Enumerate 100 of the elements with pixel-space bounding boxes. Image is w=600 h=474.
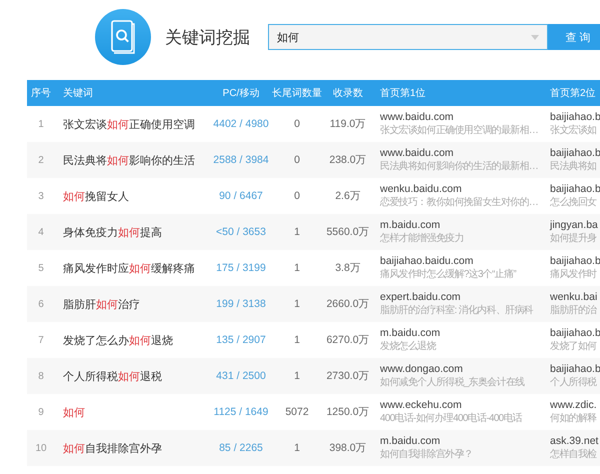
column-header: 长尾词数量 bbox=[272, 80, 322, 106]
result-domain: www.baidu.com bbox=[380, 111, 455, 124]
keyword-cell: 身体免疫力如何提高 bbox=[55, 214, 210, 250]
pc-mobile-cell: 85 / 2265 bbox=[210, 430, 272, 466]
result-domain: baijiahao.b bbox=[550, 183, 600, 196]
result-snippet: 痛风发作时怎么缓解?这3个“止痛” bbox=[380, 268, 518, 281]
keyword-cell: 如何自我排除宫外孕 bbox=[55, 430, 210, 466]
result-domain: expert.baidu.com bbox=[380, 291, 462, 304]
index-cell: 4 bbox=[27, 214, 55, 250]
column-header: 关键词 bbox=[55, 80, 210, 106]
index-cell: 8 bbox=[27, 358, 55, 394]
search-field[interactable]: 如何 bbox=[268, 24, 548, 50]
result-domain: www.zdic. bbox=[550, 399, 598, 412]
pc-mobile-cell: 2588 / 3984 bbox=[210, 142, 272, 178]
column-header: 收录数 bbox=[322, 80, 374, 106]
result-domain: ask.39.net bbox=[550, 435, 600, 448]
index-cell: 1 bbox=[27, 106, 55, 142]
result-domain: baijiahao.b bbox=[550, 147, 600, 160]
indexed-count-cell: 5560.0万 bbox=[322, 214, 374, 250]
index-cell: 7 bbox=[27, 322, 55, 358]
result-domain: baijiahao.b bbox=[550, 327, 600, 340]
result-snippet: 400电话-如何办理400电话-400电话 bbox=[380, 412, 524, 425]
pc-mobile-cell: 431 / 2500 bbox=[210, 358, 272, 394]
pc-mobile-cell: 90 / 6467 bbox=[210, 178, 272, 214]
pc-mobile-cell: 175 / 3199 bbox=[210, 250, 272, 286]
keyword-cell: 发烧了怎么办如何退烧 bbox=[55, 322, 210, 358]
result-snippet: 发烧了如何 bbox=[550, 340, 598, 353]
keyword-cell: 民法典将如何影响你的生活 bbox=[55, 142, 210, 178]
keyword-cell: 如何挽留女人 bbox=[55, 178, 210, 214]
keyword-cell: 张文宏谈如何正确使用空调 bbox=[55, 106, 210, 142]
result-domain: www.baidu.com bbox=[380, 147, 455, 160]
index-cell: 5 bbox=[27, 250, 55, 286]
result-domain: wenku.bai bbox=[550, 291, 598, 304]
long-tail-count-cell: 1 bbox=[272, 250, 322, 286]
indexed-count-cell: 119.0万 bbox=[322, 106, 374, 142]
pc-mobile-cell: 135 / 2907 bbox=[210, 322, 272, 358]
result-snippet: 民法典将如 bbox=[550, 160, 598, 173]
result-domain: jingyan.ba bbox=[550, 219, 599, 232]
indexed-count-cell: 2.6万 bbox=[322, 178, 374, 214]
keyword-cell: 如何 bbox=[55, 394, 210, 430]
long-tail-count-cell: 1 bbox=[272, 430, 322, 466]
result-domain: m.baidu.com bbox=[380, 327, 442, 340]
result-snippet: 怎样才能增强免疫力 bbox=[380, 232, 465, 245]
result-domain: wenku.baidu.com bbox=[380, 183, 463, 196]
index-cell: 10 bbox=[27, 430, 55, 466]
result-snippet: 如何减免个人所得税_东奥会计在线 bbox=[380, 376, 526, 389]
dropdown-caret-icon[interactable] bbox=[531, 35, 539, 40]
page-title: 关键词挖掘 bbox=[165, 26, 250, 48]
indexed-count-cell: 238.0万 bbox=[322, 142, 374, 178]
result-domain: baijiahao.b bbox=[550, 111, 600, 124]
result-snippet: 如何提升身 bbox=[550, 232, 598, 245]
result-domain: baijiahao.b bbox=[550, 363, 600, 376]
pc-mobile-cell: 4402 / 4980 bbox=[210, 106, 272, 142]
long-tail-count-cell: 1 bbox=[272, 322, 322, 358]
indexed-count-cell: 2660.0万 bbox=[322, 286, 374, 322]
result-snippet: 怎么挽回女 bbox=[550, 196, 598, 209]
keyword-cell: 脂肪肝如何治疗 bbox=[55, 286, 210, 322]
column-header: 首页第1位 bbox=[374, 80, 546, 106]
book-search-icon bbox=[95, 9, 151, 65]
index-cell: 2 bbox=[27, 142, 55, 178]
result-snippet: 脂肪肝的治疗科室: 消化内科、肝病科 bbox=[380, 304, 534, 317]
result-snippet: 痛风发作时 bbox=[550, 268, 598, 281]
result-snippet: 怎样自我检 bbox=[550, 448, 598, 461]
long-tail-count-cell: 0 bbox=[272, 178, 322, 214]
column-header: 首页第2位 bbox=[546, 80, 600, 106]
pc-mobile-cell: 1125 / 1649 bbox=[210, 394, 272, 430]
long-tail-count-cell: 5072 bbox=[272, 394, 322, 430]
result-snippet: 恋爱技巧：教你如何挽留女生对你的… bbox=[380, 196, 540, 209]
long-tail-count-cell: 1 bbox=[272, 286, 322, 322]
long-tail-count-cell: 0 bbox=[272, 142, 322, 178]
indexed-count-cell: 3.8万 bbox=[322, 250, 374, 286]
keyword-cell: 痛风发作时应如何缓解疼痛 bbox=[55, 250, 210, 286]
result-snippet: 何如的解释 bbox=[550, 412, 598, 425]
result-domain: baijiahao.b bbox=[550, 255, 600, 268]
result-domain: www.eckehu.com bbox=[380, 399, 463, 412]
result-snippet: 如何自我排除宫外孕？ bbox=[380, 448, 474, 461]
result-domain: m.baidu.com bbox=[380, 219, 442, 232]
result-snippet: 张文宏谈如 bbox=[550, 124, 598, 137]
pc-mobile-cell: 199 / 3138 bbox=[210, 286, 272, 322]
pc-mobile-cell: <50 / 3653 bbox=[210, 214, 272, 250]
index-cell: 6 bbox=[27, 286, 55, 322]
result-snippet: 张文宏谈如何正确使用空调的最新相… bbox=[380, 124, 540, 137]
column-header: 序号 bbox=[27, 80, 55, 106]
column-header: PC/移动 bbox=[210, 80, 272, 106]
long-tail-count-cell: 1 bbox=[272, 214, 322, 250]
indexed-count-cell: 398.0万 bbox=[322, 430, 374, 466]
keyword-cell: 个人所得税如何退税 bbox=[55, 358, 210, 394]
result-snippet: 脂肪肝的治 bbox=[550, 304, 598, 317]
indexed-count-cell: 6270.0万 bbox=[322, 322, 374, 358]
result-domain: baijiahao.baidu.com bbox=[380, 255, 474, 268]
index-cell: 9 bbox=[27, 394, 55, 430]
indexed-count-cell: 1250.0万 bbox=[322, 394, 374, 430]
long-tail-count-cell: 1 bbox=[272, 358, 322, 394]
result-domain: m.baidu.com bbox=[380, 435, 442, 448]
result-snippet: 个人所得税 bbox=[550, 376, 598, 389]
result-domain: www.dongao.com bbox=[380, 363, 464, 376]
long-tail-count-cell: 0 bbox=[272, 106, 322, 142]
indexed-count-cell: 2730.0万 bbox=[322, 358, 374, 394]
result-snippet: 发烧怎么退烧 bbox=[380, 340, 438, 353]
index-cell: 3 bbox=[27, 178, 55, 214]
